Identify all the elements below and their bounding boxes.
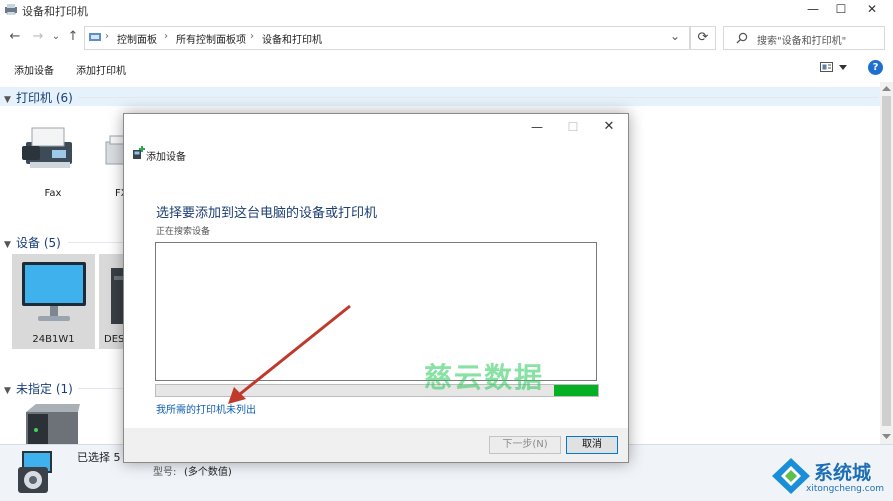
brand-url: xitongcheng.com — [806, 484, 884, 494]
annotation-arrow — [228, 304, 351, 404]
watermark-text: 慈云数据 — [424, 361, 545, 394]
brand-name: 系统城 — [814, 462, 872, 484]
